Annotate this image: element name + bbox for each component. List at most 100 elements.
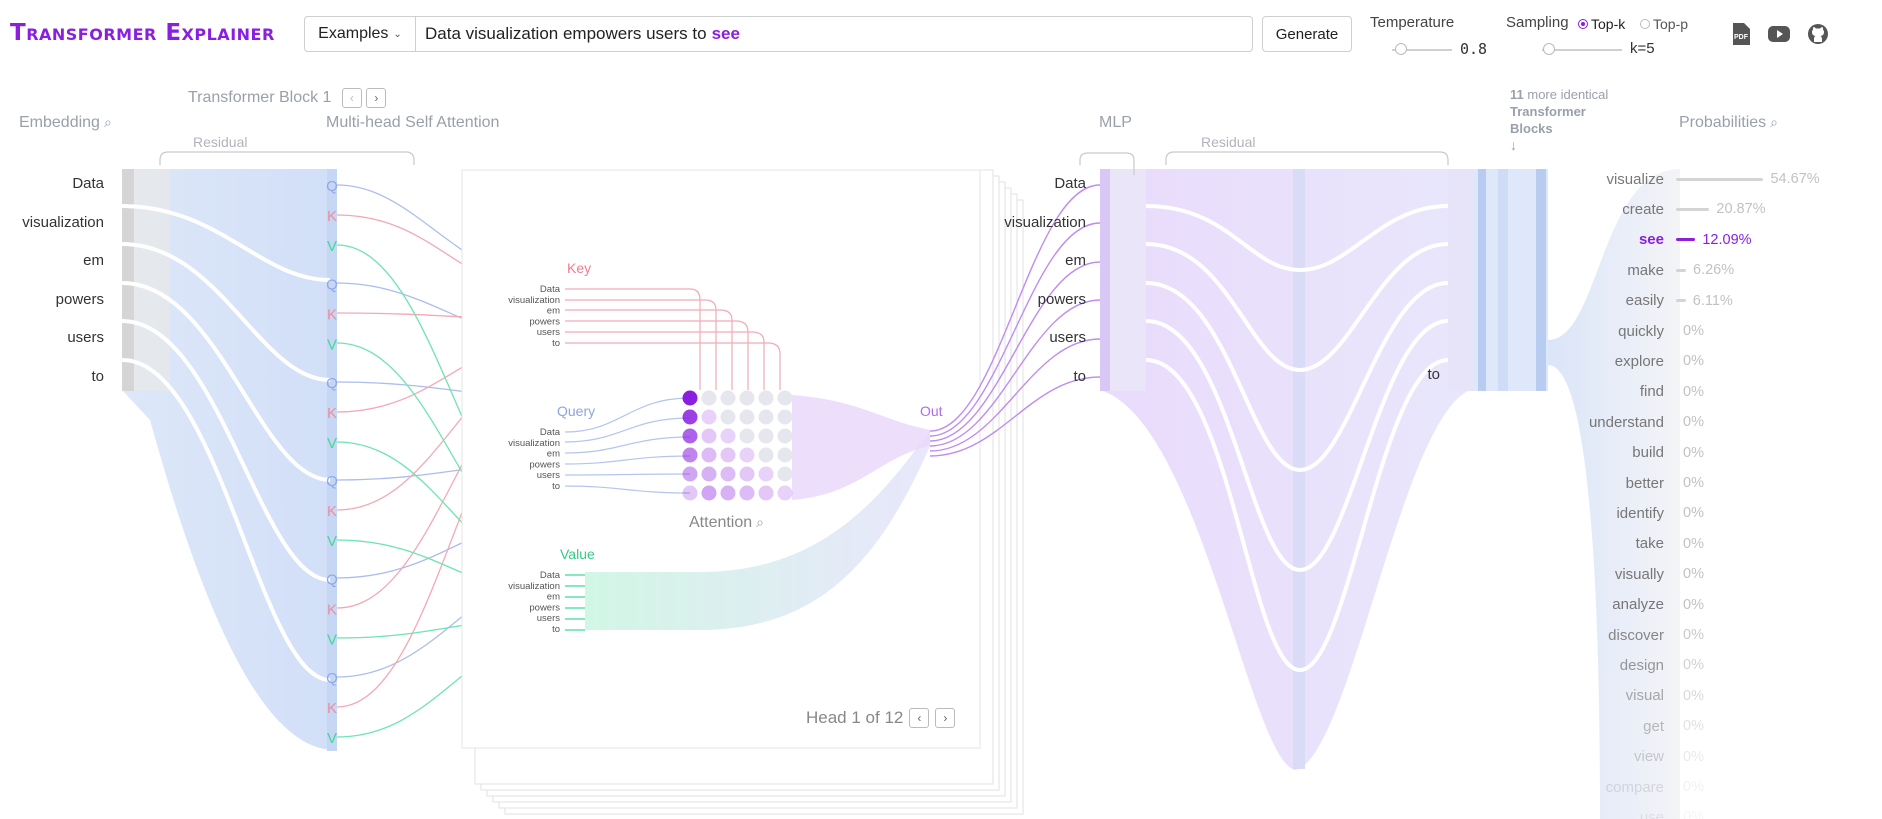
attention-cell[interactable] (777, 409, 793, 425)
embedding-token[interactable]: Data (4, 175, 104, 192)
probability-value: 0% (1683, 414, 1704, 431)
mlp-token[interactable]: visualization (970, 214, 1086, 231)
attention-cell[interactable] (777, 485, 793, 501)
attention-cell[interactable] (777, 466, 793, 482)
probability-row[interactable]: visually 0% (1560, 561, 1860, 587)
attention-cell[interactable] (701, 466, 717, 482)
probability-row[interactable]: see 12.09% (1560, 227, 1860, 253)
embedding-token[interactable]: visualization (4, 214, 104, 231)
attention-matrix-title[interactable]: Attention ⌕ (689, 514, 764, 532)
topk-radio[interactable]: Top-k (1578, 16, 1625, 32)
attention-cell[interactable] (758, 409, 774, 425)
attention-cell[interactable] (701, 447, 717, 463)
probability-value: 0% (1683, 748, 1704, 765)
probability-row[interactable]: build 0% (1560, 440, 1860, 466)
attention-cell[interactable] (720, 466, 736, 482)
probability-word: visual (1625, 687, 1664, 705)
query-title: Query (557, 403, 596, 419)
query-token-label: Data (540, 427, 561, 438)
attention-cell[interactable] (720, 447, 736, 463)
attention-cell[interactable] (739, 485, 755, 501)
q-letter: Q (326, 178, 338, 195)
attention-cell[interactable] (739, 409, 755, 425)
prev-head-button[interactable]: ‹ (909, 708, 930, 728)
embedding-token[interactable]: em (4, 252, 104, 269)
generate-button[interactable]: Generate (1262, 16, 1352, 52)
zoom-in-icon[interactable]: ⌕ (756, 514, 764, 530)
embedding-token[interactable]: users (4, 329, 104, 346)
probability-row[interactable]: find 0% (1560, 379, 1860, 405)
k-letter: K (327, 503, 337, 520)
probability-row[interactable]: visual 0% (1560, 683, 1860, 709)
attention-cell[interactable] (701, 485, 717, 501)
attention-cell[interactable] (739, 390, 755, 406)
app-logo[interactable]: Transformer Explainer (10, 20, 275, 46)
probability-row[interactable]: explore 0% (1560, 348, 1860, 374)
attention-cell[interactable] (739, 428, 755, 444)
attention-cell[interactable] (777, 447, 793, 463)
mlp-token[interactable]: users (970, 329, 1086, 346)
mlp-token[interactable]: to (970, 368, 1086, 385)
attention-cell[interactable] (739, 447, 755, 463)
attention-cell[interactable] (758, 485, 774, 501)
attention-cell[interactable] (758, 466, 774, 482)
v-letter: V (327, 533, 337, 550)
probability-row[interactable]: easily 6.11% (1560, 288, 1860, 314)
probability-row[interactable]: get 0% (1560, 713, 1860, 739)
attention-cell[interactable] (682, 447, 698, 463)
probability-bar (1676, 299, 1686, 303)
attention-cell[interactable] (682, 466, 698, 482)
attention-cell[interactable] (777, 390, 793, 406)
probability-row[interactable]: discover 0% (1560, 622, 1860, 648)
attention-cell[interactable] (739, 466, 755, 482)
attention-matrix-label: Attention (689, 514, 753, 531)
examples-dropdown[interactable]: Examples ⌄ (305, 17, 416, 51)
k-slider-handle[interactable] (1543, 43, 1555, 55)
prompt-input[interactable]: Data visualization empowers users to see (416, 17, 1252, 51)
probability-row[interactable]: create 20.87% (1560, 196, 1860, 222)
temperature-slider-handle[interactable] (1395, 43, 1407, 55)
embedding-token[interactable]: powers (4, 291, 104, 308)
probability-row[interactable]: identify 0% (1560, 500, 1860, 526)
probability-row[interactable]: view 0% (1560, 744, 1860, 770)
attention-cell[interactable] (720, 485, 736, 501)
mlp-token[interactable]: em (970, 252, 1086, 269)
mlp-token[interactable]: Data (970, 175, 1086, 192)
attention-cell[interactable] (720, 409, 736, 425)
probability-row[interactable]: take 0% (1560, 531, 1860, 557)
youtube-icon[interactable] (1767, 22, 1791, 46)
attention-cell[interactable] (701, 409, 717, 425)
attention-cell[interactable] (682, 409, 698, 425)
attention-cell[interactable] (701, 428, 717, 444)
attention-cell[interactable] (777, 428, 793, 444)
probability-row[interactable]: understand 0% (1560, 409, 1860, 435)
attention-cell[interactable] (758, 390, 774, 406)
probability-row[interactable]: compare 0% (1560, 774, 1860, 800)
attention-cell[interactable] (720, 428, 736, 444)
probability-row[interactable]: design 0% (1560, 652, 1860, 678)
probability-row[interactable]: analyze 0% (1560, 592, 1860, 618)
attention-cell[interactable] (758, 428, 774, 444)
probability-row[interactable]: quickly 0% (1560, 318, 1860, 344)
probability-row[interactable]: use 0% (1560, 804, 1860, 819)
attention-cell[interactable] (682, 390, 698, 406)
embedding-token[interactable]: to (4, 368, 104, 385)
probability-row[interactable]: visualize 54.67% (1560, 166, 1860, 192)
attention-cell[interactable] (758, 447, 774, 463)
attention-cell[interactable] (701, 390, 717, 406)
out-title: Out (920, 403, 943, 419)
attention-cell[interactable] (682, 428, 698, 444)
probability-word: quickly (1618, 322, 1664, 340)
attention-cell[interactable] (682, 485, 698, 501)
probability-row[interactable]: better 0% (1560, 470, 1860, 496)
github-icon[interactable] (1806, 22, 1830, 46)
attention-cell[interactable] (720, 390, 736, 406)
value-token-label: to (552, 624, 560, 635)
key-title: Key (567, 260, 592, 276)
pdf-icon[interactable]: PDF (1729, 22, 1753, 46)
residual-bracket-right (1165, 151, 1449, 165)
topp-radio[interactable]: Top-p (1640, 16, 1688, 32)
probability-row[interactable]: make 6.26% (1560, 257, 1860, 283)
mlp-token[interactable]: powers (970, 291, 1086, 308)
next-head-button[interactable]: › (935, 708, 956, 728)
